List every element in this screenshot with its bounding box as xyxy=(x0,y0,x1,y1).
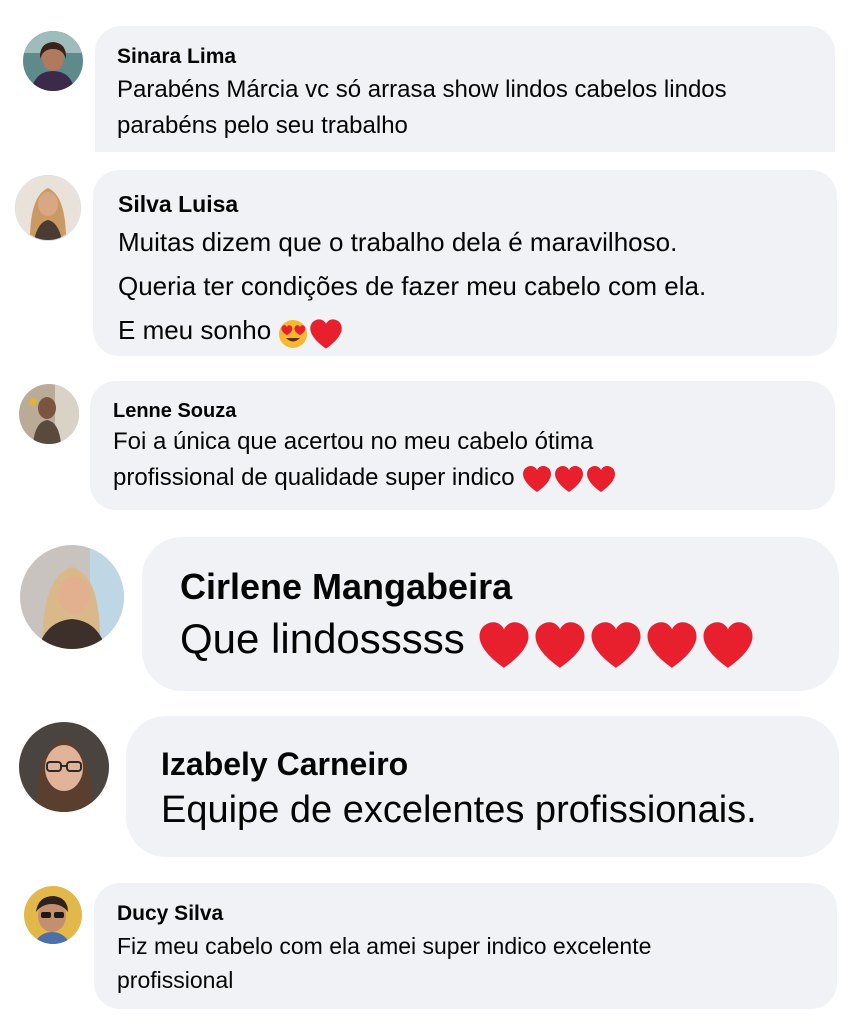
comment-author[interactable]: Ducy Silva xyxy=(117,901,837,927)
comment-bubble: Lenne Souza Foi a única que acertou no m… xyxy=(90,381,835,510)
heart-icon xyxy=(479,622,529,668)
avatar[interactable] xyxy=(15,175,81,241)
emoji-group xyxy=(521,461,617,497)
comment-bubble: Silva Luisa Muitas dizem que o trabalho … xyxy=(93,170,837,356)
avatar[interactable] xyxy=(23,31,83,91)
emoji-group xyxy=(476,612,756,672)
comment-text-line-with-emoji: Que lindosssss xyxy=(180,609,839,672)
heart-icon xyxy=(591,622,641,668)
comment-author[interactable]: Sinara Lima xyxy=(117,44,835,70)
comment-text-segment: profissional de qualidade super indico xyxy=(113,464,515,491)
heart-icon xyxy=(703,622,753,668)
heart-eyes-face-icon xyxy=(279,320,308,349)
comment-text-segment: E meu sonho xyxy=(118,315,272,345)
emoji-group xyxy=(278,310,344,354)
comment-bubble: Sinara Lima Parabéns Márcia vc só arrasa… xyxy=(95,26,835,152)
heart-icon xyxy=(555,466,584,493)
comment-text: Foi a única que acertou no meu cabelo ót… xyxy=(113,424,835,497)
comment-author[interactable]: Izabely Carneiro xyxy=(161,744,839,784)
comment-bubble: Ducy Silva Fiz meu cabelo com ela amei s… xyxy=(94,883,837,1009)
heart-icon xyxy=(310,319,343,349)
comment-text-line: parabéns pelo seu trabalho xyxy=(117,112,408,139)
heart-icon xyxy=(535,622,585,668)
comment-author[interactable]: Cirlene Mangabeira xyxy=(180,565,839,609)
comment-text: Que lindosssss xyxy=(180,609,839,672)
comment-text-line-with-emoji: profissional de qualidade super indico xyxy=(113,460,835,497)
comment-text: Muitas dizem que o trabalho dela é marav… xyxy=(118,220,837,354)
comment-text: Equipe de excelentes profissionais. xyxy=(161,784,839,836)
comment-bubble: Cirlene Mangabeira Que lindosssss xyxy=(142,537,839,691)
avatar[interactable] xyxy=(19,384,79,444)
comment-text: Fiz meu cabelo com ela amei super indico… xyxy=(117,929,837,997)
comment-text-line: Foi a única que acertou no meu cabelo ót… xyxy=(113,428,594,455)
comment-text-line: Equipe de excelentes profissionais. xyxy=(161,789,757,831)
avatar[interactable] xyxy=(24,886,82,944)
comment-bubble: Izabely Carneiro Equipe de excelentes pr… xyxy=(126,716,839,857)
comment-text-line-with-emoji: E meu sonho xyxy=(118,308,837,354)
heart-icon xyxy=(647,622,697,668)
comment-text-segment: Que lindosssss xyxy=(180,615,465,662)
avatar[interactable] xyxy=(20,545,124,649)
heart-icon xyxy=(587,466,616,493)
comment-text-line: profissional xyxy=(117,967,234,993)
comment-text-line: Queria ter condições de fazer meu cabelo… xyxy=(118,271,707,301)
comment-text-line: Muitas dizem que o trabalho dela é marav… xyxy=(118,227,678,257)
comment-author[interactable]: Silva Luisa xyxy=(118,190,837,218)
comment-text-line: Fiz meu cabelo com ela amei super indico… xyxy=(117,933,652,959)
comment-text-line: Parabéns Márcia vc só arrasa show lindos… xyxy=(117,76,727,103)
heart-icon xyxy=(523,466,552,493)
comment-author[interactable]: Lenne Souza xyxy=(113,398,835,424)
avatar[interactable] xyxy=(19,722,109,812)
comment-text: Parabéns Márcia vc só arrasa show lindos… xyxy=(117,72,835,144)
